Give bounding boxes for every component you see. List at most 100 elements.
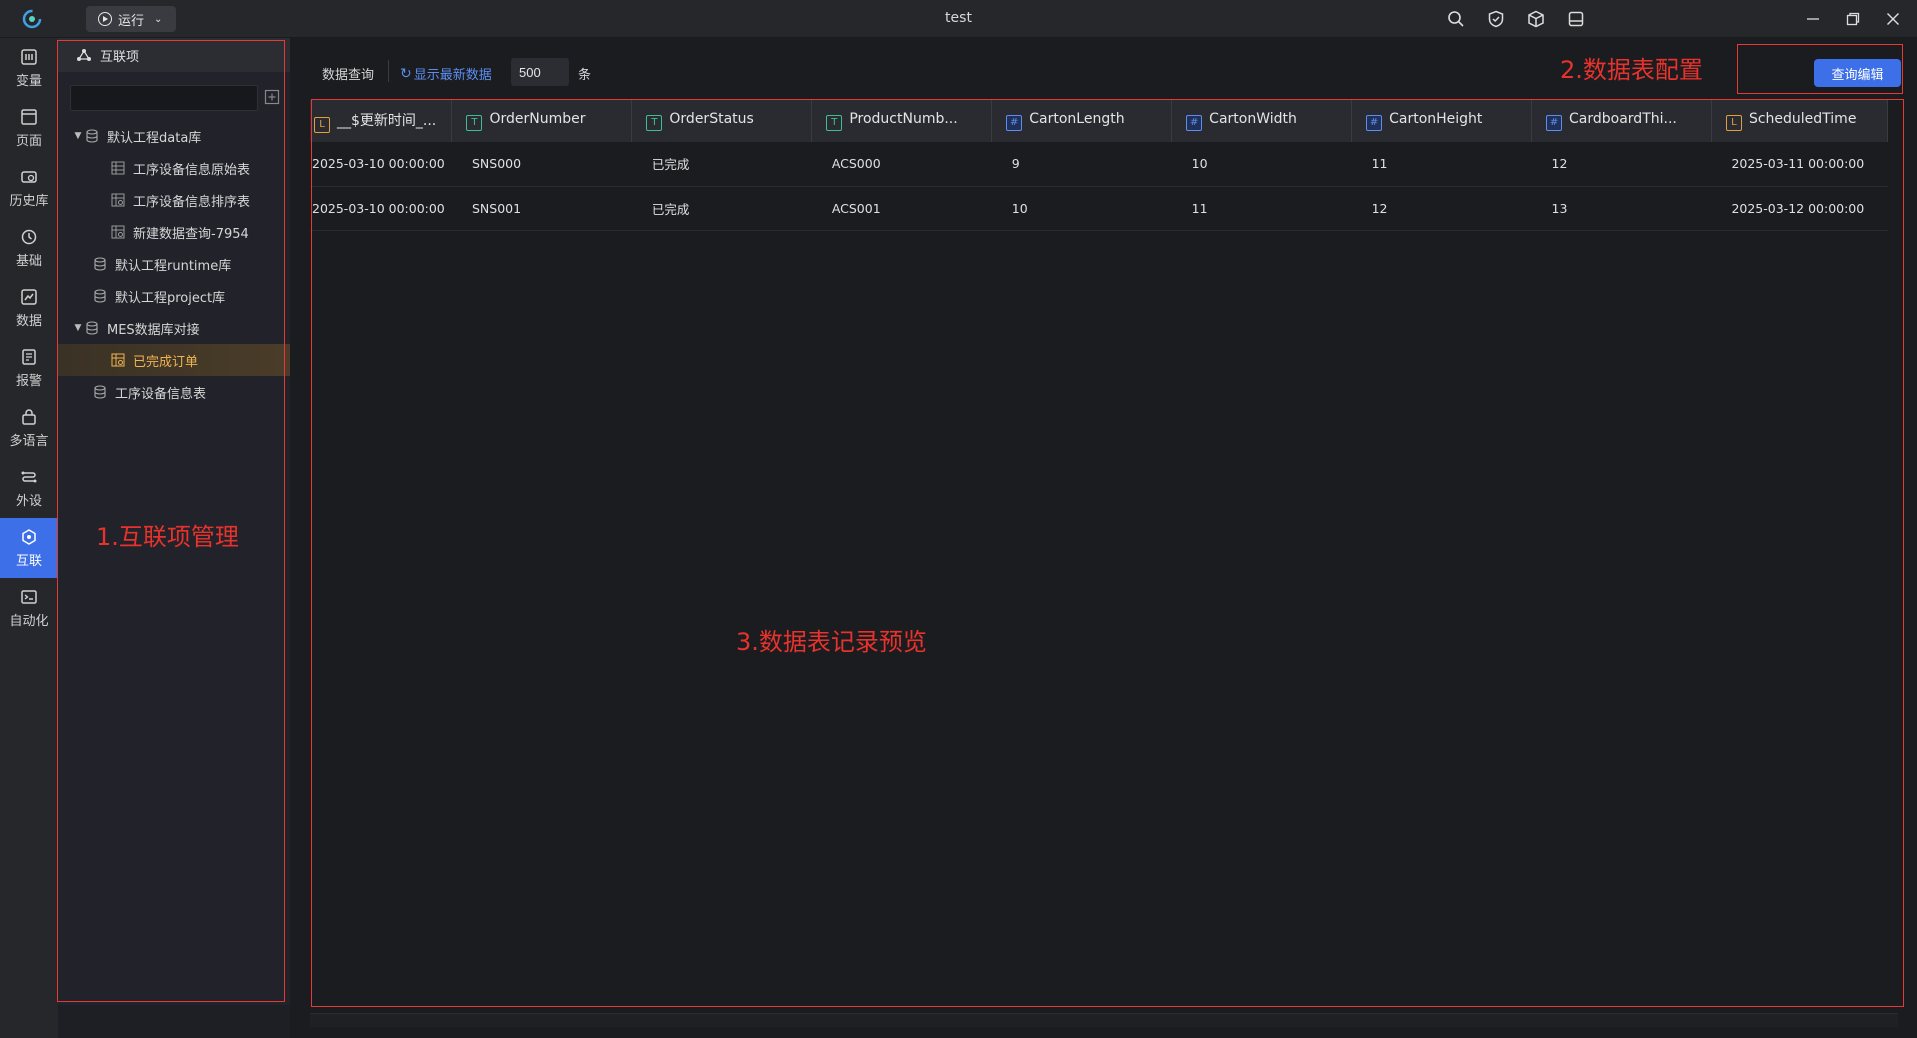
- query-table-icon: [110, 224, 126, 240]
- nav-label: 报警: [15, 373, 42, 389]
- column-header-label: CartonLength: [1029, 111, 1125, 127]
- nav-item-data[interactable]: 数据: [0, 278, 58, 338]
- query-label: 数据查询: [322, 68, 375, 83]
- tree-item-project-db[interactable]: 默认工程project库: [58, 280, 290, 312]
- query-table-icon: [110, 192, 126, 208]
- tree-item-mes-db[interactable]: ▼ MES数据库对接: [58, 312, 290, 344]
- column-header[interactable]: T OrderNumber: [451, 100, 633, 142]
- table-cell: 13: [1531, 186, 1712, 231]
- nav-item-peripheral[interactable]: 外设: [0, 458, 58, 518]
- column-header-label: OrderStatus: [669, 111, 754, 127]
- column-header[interactable]: # CardboardThi...: [1531, 100, 1712, 142]
- nav-item-variable[interactable]: 变量: [0, 38, 58, 98]
- refresh-icon: ↻: [400, 65, 412, 82]
- data-table-preview: L __$更新时间_... T OrderNumber T OrderStatus T…: [310, 100, 1898, 1008]
- tree-header-label: 互联项: [100, 49, 140, 65]
- network-icon: [77, 49, 91, 61]
- column-header-label: ProductNumb...: [849, 111, 958, 127]
- minimize-icon[interactable]: [1801, 6, 1825, 32]
- table-cell: 2025-03-10 00:00:00: [310, 186, 452, 231]
- tree-item-label: 默认工程runtime库: [115, 258, 232, 274]
- table-header-row: L __$更新时间_... T OrderNumber T OrderStatus T…: [310, 100, 1889, 142]
- table-cell: 2025-03-11 00:00:00: [1711, 142, 1888, 187]
- add-icon[interactable]: [264, 89, 280, 105]
- nav-item-interconnect[interactable]: 互联: [0, 518, 58, 578]
- tree-item-label: 默认工程project库: [115, 290, 226, 306]
- left-nav: 变量 页面 历史库 基础 数据 报警 多语言 外设 互联 自动化: [0, 38, 58, 1038]
- data-icon: [21, 288, 37, 305]
- horizontal-scrollbar[interactable]: [310, 1013, 1898, 1027]
- tree-item-sorted-table[interactable]: 工序设备信息排序表: [58, 184, 290, 216]
- time-type-icon: L: [1725, 115, 1742, 131]
- tree-item-label: 默认工程data库: [107, 130, 202, 146]
- time-type-icon: L: [314, 116, 330, 133]
- table-row[interactable]: 2025-03-10 00:00:00 SNS000 已完成 ACS000 9 …: [310, 142, 1888, 187]
- nav-item-history[interactable]: 历史库: [0, 158, 58, 218]
- nav-item-automation[interactable]: 自动化: [0, 578, 58, 638]
- column-header-label: __$更新时间_...: [337, 112, 437, 129]
- number-type-icon: #: [1546, 115, 1563, 131]
- peripheral-icon: [21, 471, 37, 482]
- column-header-label: ScheduledTime: [1748, 111, 1857, 127]
- caret-down-icon[interactable]: ▼: [72, 323, 84, 333]
- nav-label: 自动化: [9, 613, 49, 629]
- record-count-input[interactable]: [511, 58, 569, 86]
- history-icon: [21, 170, 37, 183]
- column-header[interactable]: # CartonWidth: [1171, 100, 1353, 142]
- search-icon[interactable]: [1445, 8, 1467, 30]
- nav-item-language[interactable]: 多语言: [0, 398, 58, 458]
- tree-item-completed-orders[interactable]: 已完成订单: [58, 344, 290, 376]
- tree-item-new-query[interactable]: 新建数据查询-7954: [58, 216, 290, 248]
- column-header-label: CartonHeight: [1389, 111, 1483, 127]
- run-button[interactable]: 运行 ⌄: [86, 6, 176, 32]
- app-logo-icon: [22, 9, 42, 29]
- refresh-latest-link[interactable]: ↻ 显示最新数据: [400, 64, 492, 84]
- nav-label: 变量: [15, 73, 42, 89]
- nav-item-alarm[interactable]: 报警: [0, 338, 58, 398]
- nav-label: 基础: [15, 253, 42, 269]
- nav-item-page[interactable]: 页面: [0, 98, 58, 158]
- page-icon: [21, 108, 37, 125]
- automation-icon: [21, 589, 37, 604]
- table-cell: 10: [991, 186, 1172, 231]
- count-unit-label: 条: [578, 68, 592, 83]
- column-header[interactable]: L ScheduledTime: [1711, 100, 1889, 142]
- basic-icon: [21, 229, 37, 244]
- package-icon[interactable]: [1525, 8, 1547, 30]
- shield-check-icon[interactable]: [1485, 8, 1507, 30]
- table-cell: 已完成: [631, 186, 812, 231]
- caret-down-icon[interactable]: ▼: [72, 131, 84, 141]
- table-cell: 10: [1171, 142, 1352, 187]
- tree-item-raw-table[interactable]: 工序设备信息原始表: [58, 152, 290, 184]
- tree-item-runtime-db[interactable]: 默认工程runtime库: [58, 248, 290, 280]
- table-cell: 2025-03-12 00:00:00: [1711, 186, 1888, 231]
- main-content: 数据查询 ↻ 显示最新数据 条 查询编辑 L __$更新时间_... T Order…: [290, 38, 1917, 1038]
- column-header[interactable]: # CartonLength: [991, 100, 1173, 142]
- title-bar: 运行 ⌄ test: [0, 0, 1917, 38]
- close-icon[interactable]: [1881, 6, 1905, 32]
- table-icon: [110, 160, 126, 176]
- tree-item-device-table[interactable]: 工序设备信息表: [58, 376, 290, 408]
- tree-header: 互联项: [58, 38, 290, 72]
- column-header-label: CardboardThi...: [1569, 111, 1677, 127]
- tree-item-label: MES数据库对接: [107, 322, 200, 338]
- restore-icon[interactable]: [1841, 6, 1865, 32]
- tree-item-data-db[interactable]: ▼ 默认工程data库: [58, 120, 290, 152]
- tree-item-label: 已完成订单: [133, 354, 199, 370]
- nav-item-basic[interactable]: 基础: [0, 218, 58, 278]
- layout-icon[interactable]: [1565, 8, 1587, 30]
- tree-search-input[interactable]: [70, 85, 258, 111]
- tree-list: ▼ 默认工程data库 工序设备信息原始表 工序设备信息排序表 新建数据查询-7…: [58, 120, 290, 408]
- table-cell: 2025-03-10 00:00:00: [310, 142, 452, 187]
- column-header[interactable]: T OrderStatus: [631, 100, 813, 142]
- table-cell: SNS001: [451, 186, 632, 231]
- table-row[interactable]: 2025-03-10 00:00:00 SNS001 已完成 ACS001 10…: [310, 186, 1888, 231]
- database-icon: [92, 384, 108, 400]
- query-edit-button[interactable]: 查询编辑: [1814, 59, 1901, 87]
- database-icon: [84, 320, 100, 336]
- query-table-icon: [110, 352, 126, 368]
- column-header[interactable]: # CartonHeight: [1351, 100, 1533, 142]
- column-header[interactable]: T ProductNumb...: [811, 100, 993, 142]
- number-type-icon: #: [1366, 115, 1383, 131]
- column-header[interactable]: L __$更新时间_...: [310, 100, 453, 142]
